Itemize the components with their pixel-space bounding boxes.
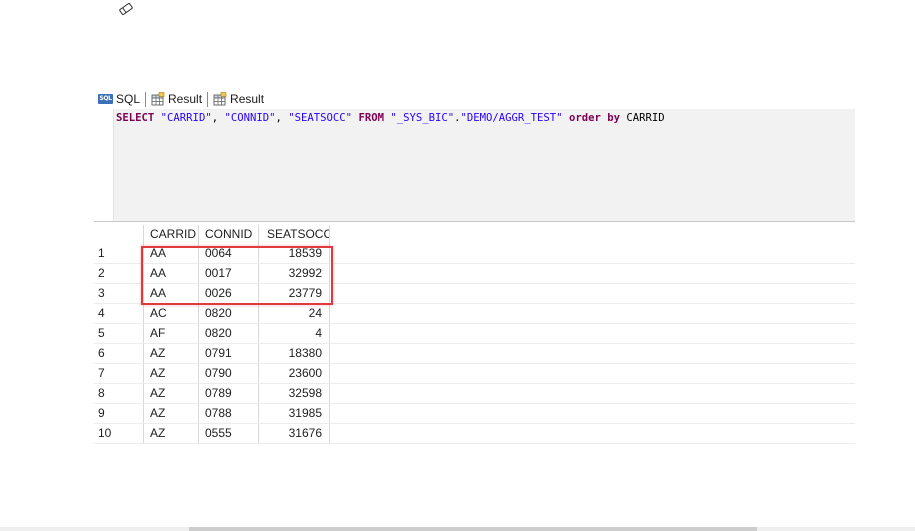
table-result-icon: [151, 92, 165, 106]
cell-seatsocc[interactable]: 4: [258, 324, 330, 343]
table-row[interactable]: 6 AZ 0791 18380: [94, 344, 855, 364]
cell-seatsocc[interactable]: 32598: [258, 384, 330, 403]
tab-result-1[interactable]: Result: [149, 91, 204, 107]
grid-filler: [330, 284, 855, 303]
table-row[interactable]: 1 AA 0064 18539: [94, 244, 855, 264]
grid-filler: [330, 264, 855, 283]
tab-result-label: Result: [230, 92, 265, 106]
table-result-icon: [213, 92, 227, 106]
tab-sql[interactable]: SQL SQL: [96, 91, 142, 107]
row-number: 8: [98, 386, 105, 400]
row-number: 4: [98, 306, 105, 320]
cell-connid[interactable]: 0820: [198, 324, 258, 343]
cell-seatsocc[interactable]: 31985: [258, 404, 330, 423]
cell-seatsocc[interactable]: 18380: [258, 344, 330, 363]
cell-seatsocc[interactable]: 24: [258, 304, 330, 323]
grid-filler: [330, 364, 855, 383]
row-number: 6: [98, 346, 105, 360]
sql-icon: SQL: [98, 94, 113, 104]
sql-query[interactable]: SELECT "CARRID", "CONNID", "SEATSOCC" FR…: [116, 111, 665, 125]
table-row[interactable]: 8 AZ 0789 32598: [94, 384, 855, 404]
cell-carrid[interactable]: AZ: [143, 364, 198, 383]
cell-carrid[interactable]: AZ: [143, 384, 198, 403]
result-grid: CARRID CONNID SEATSOCC 1 AA 0064 18539 2…: [94, 225, 855, 444]
tab-result-2[interactable]: Result: [211, 91, 266, 107]
sql-punct: ,: [211, 112, 225, 124]
cell-carrid[interactable]: AA: [143, 264, 198, 283]
cell-carrid[interactable]: AF: [143, 324, 198, 343]
sql-identifier: "SEATSOCC": [288, 112, 353, 124]
sql-identifier: "CONNID": [224, 112, 276, 124]
eraser-icon[interactable]: [117, 1, 135, 17]
row-number: 3: [98, 286, 105, 300]
cell-carrid[interactable]: AA: [143, 284, 198, 303]
cell-connid[interactable]: 0791: [198, 344, 258, 363]
sql-identifier: "DEMO/AGGR_TEST": [460, 112, 563, 124]
sql-keyword: SELECT: [116, 112, 155, 124]
cell-connid[interactable]: 0555: [198, 424, 258, 443]
cell-connid[interactable]: 0026: [198, 284, 258, 303]
table-row[interactable]: 7 AZ 0790 23600: [94, 364, 855, 384]
row-number: 1: [98, 246, 105, 260]
cell-connid[interactable]: 0790: [198, 364, 258, 383]
row-number: 10: [98, 426, 112, 440]
column-header-connid[interactable]: CONNID: [198, 225, 258, 244]
cell-connid[interactable]: 0789: [198, 384, 258, 403]
cell-connid[interactable]: 0788: [198, 404, 258, 423]
editor-tabs: SQL SQL Result Result: [96, 90, 266, 108]
cell-seatsocc[interactable]: 23779: [258, 284, 330, 303]
sql-keyword: order: [568, 112, 601, 124]
grid-filler: [330, 344, 855, 363]
sql-keyword: FROM: [358, 112, 384, 124]
tab-result-label: Result: [168, 92, 203, 106]
table-row[interactable]: 2 AA 0017 32992: [94, 264, 855, 284]
cell-carrid[interactable]: AZ: [143, 424, 198, 443]
sql-identifier: "CARRID": [160, 112, 212, 124]
table-row[interactable]: 4 AC 0820 24: [94, 304, 855, 324]
row-number-header: [94, 225, 143, 244]
tab-separator: [145, 91, 147, 107]
cell-carrid[interactable]: AZ: [143, 344, 198, 363]
sql-identifier: "_SYS_BIC": [390, 112, 455, 124]
editor-gutter: [94, 109, 114, 221]
cell-carrid[interactable]: AZ: [143, 404, 198, 423]
sql-editor[interactable]: SELECT "CARRID", "CONNID", "SEATSOCC" FR…: [94, 109, 855, 222]
column-header-seatsocc[interactable]: SEATSOCC: [258, 225, 330, 244]
cell-seatsocc[interactable]: 32992: [258, 264, 330, 283]
grid-filler: [330, 225, 855, 244]
row-number: 2: [98, 266, 105, 280]
cell-connid[interactable]: 0820: [198, 304, 258, 323]
tab-sql-label: SQL: [116, 92, 141, 106]
grid-header: CARRID CONNID SEATSOCC: [94, 225, 855, 244]
table-row[interactable]: 9 AZ 0788 31985: [94, 404, 855, 424]
table-row[interactable]: 5 AF 0820 4: [94, 324, 855, 344]
scrollbar-thumb[interactable]: [189, 527, 757, 531]
row-number: 9: [98, 406, 105, 420]
grid-filler: [330, 304, 855, 323]
sql-keyword: by: [607, 112, 621, 124]
grid-filler: [330, 244, 855, 263]
grid-filler: [330, 424, 855, 443]
row-number: 5: [98, 326, 105, 340]
cell-seatsocc[interactable]: 23600: [258, 364, 330, 383]
horizontal-scrollbar[interactable]: [0, 527, 915, 531]
cell-carrid[interactable]: AA: [143, 244, 198, 263]
sql-column: CARRID: [626, 112, 665, 124]
cell-seatsocc[interactable]: 31676: [258, 424, 330, 443]
table-row[interactable]: 10 AZ 0555 31676: [94, 424, 855, 444]
sql-punct: ,: [275, 112, 289, 124]
grid-filler: [330, 324, 855, 343]
column-header-carrid[interactable]: CARRID: [143, 225, 198, 244]
row-number: 7: [98, 366, 105, 380]
sql-console: SQL SQL Result Result SELECT "CARRID", "…: [0, 0, 915, 531]
cell-seatsocc[interactable]: 18539: [258, 244, 330, 263]
table-row[interactable]: 3 AA 0026 23779: [94, 284, 855, 304]
cell-connid[interactable]: 0064: [198, 244, 258, 263]
tab-separator: [207, 91, 209, 107]
grid-filler: [330, 384, 855, 403]
grid-filler: [330, 404, 855, 423]
cell-carrid[interactable]: AC: [143, 304, 198, 323]
cell-connid[interactable]: 0017: [198, 264, 258, 283]
